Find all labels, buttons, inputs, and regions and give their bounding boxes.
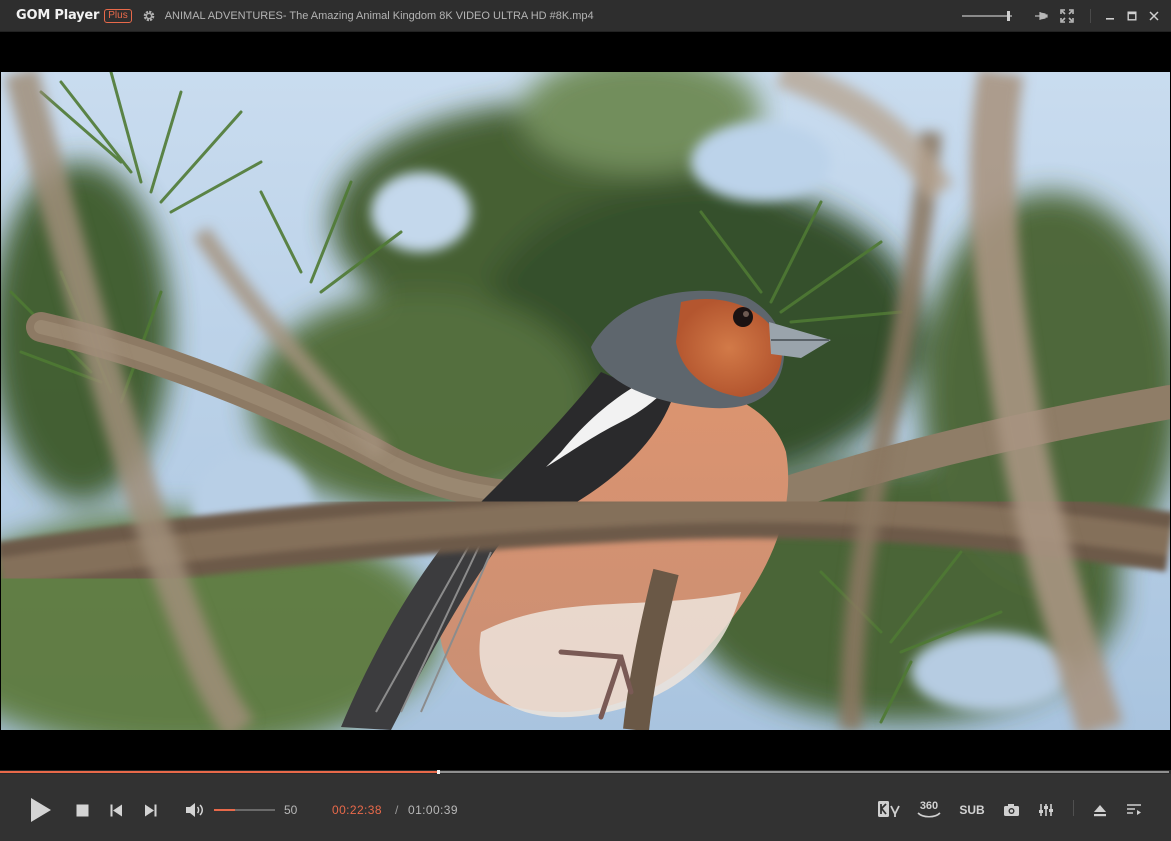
app-logo[interactable]: GOM Player Plus [16, 8, 132, 23]
volume-slider[interactable] [214, 809, 275, 811]
equalizer-button[interactable] [1036, 801, 1056, 819]
minimize-button[interactable] [1099, 0, 1121, 32]
time-separator: / [395, 803, 399, 817]
seek-fill [0, 771, 437, 773]
subtitle-button[interactable]: SUB [955, 801, 989, 819]
video-frame[interactable] [1, 72, 1170, 730]
maximize-button[interactable] [1121, 0, 1143, 32]
current-time[interactable]: 00:22:38 [332, 803, 382, 817]
close-button[interactable] [1143, 0, 1165, 32]
titlebar-volume-knob[interactable] [1007, 11, 1010, 21]
next-icon [144, 804, 156, 816]
close-icon [1149, 11, 1159, 21]
screenshot-button[interactable] [1001, 801, 1021, 819]
settings-gear-icon[interactable] [142, 9, 156, 23]
app-name: GOM Player [16, 8, 100, 23]
stop-button[interactable] [74, 802, 90, 818]
control-bar: 50 00:22:38 / 01:00:39 360 SUB [0, 774, 1171, 841]
maximize-icon [1127, 11, 1137, 21]
mute-button[interactable] [184, 801, 204, 819]
playlist-button[interactable] [1124, 801, 1144, 819]
minimize-icon [1106, 18, 1114, 20]
titlebar-volume-slider[interactable] [962, 9, 1012, 23]
previous-icon [110, 804, 122, 816]
previous-button[interactable] [108, 802, 124, 818]
eject-icon [1094, 804, 1106, 816]
equalizer-icon [1039, 804, 1053, 816]
eject-button[interactable] [1090, 801, 1110, 819]
playlist-icon [1127, 804, 1141, 815]
total-duration[interactable]: 01:00:39 [408, 803, 458, 817]
vr360-label: 360 [919, 800, 939, 812]
plus-badge: Plus [104, 8, 132, 23]
file-title: ANIMAL ADVENTURES- The Amazing Animal Ki… [164, 9, 594, 22]
volume-fill [214, 809, 235, 811]
video-area[interactable] [0, 32, 1171, 770]
kvr-icon [878, 801, 900, 817]
screenshot-camera-icon [1003, 804, 1019, 816]
stop-icon [76, 804, 88, 816]
volume-value: 50 [284, 803, 298, 817]
play-button[interactable] [28, 796, 54, 824]
play-icon [31, 798, 51, 822]
speaker-icon [185, 803, 203, 817]
titlebar-divider [1090, 9, 1091, 23]
fullscreen-icon[interactable] [1060, 9, 1074, 23]
vr360-button[interactable]: 360 [914, 798, 944, 820]
next-button[interactable] [142, 802, 158, 818]
kvr-button[interactable] [876, 799, 904, 819]
title-bar[interactable]: GOM Player Plus ANIMAL ADVENTURES- The A… [0, 0, 1171, 32]
pin-icon[interactable] [1034, 9, 1048, 23]
controls-divider [1073, 800, 1074, 816]
subtitle-label: SUB [959, 803, 985, 817]
vr360-arc-icon [917, 812, 941, 818]
